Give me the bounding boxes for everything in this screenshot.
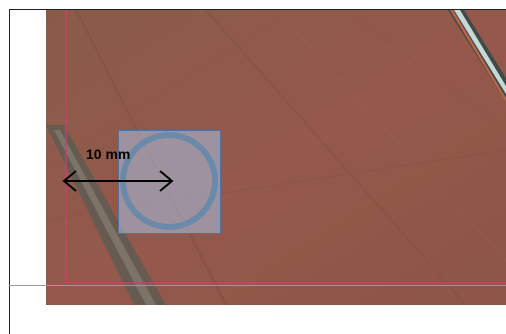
baseline-divider bbox=[9, 285, 506, 286]
image-viewer: 10 mm bbox=[0, 0, 506, 334]
double-arrow-icon bbox=[62, 170, 174, 192]
scale-bar-label: 10 mm bbox=[86, 146, 131, 162]
